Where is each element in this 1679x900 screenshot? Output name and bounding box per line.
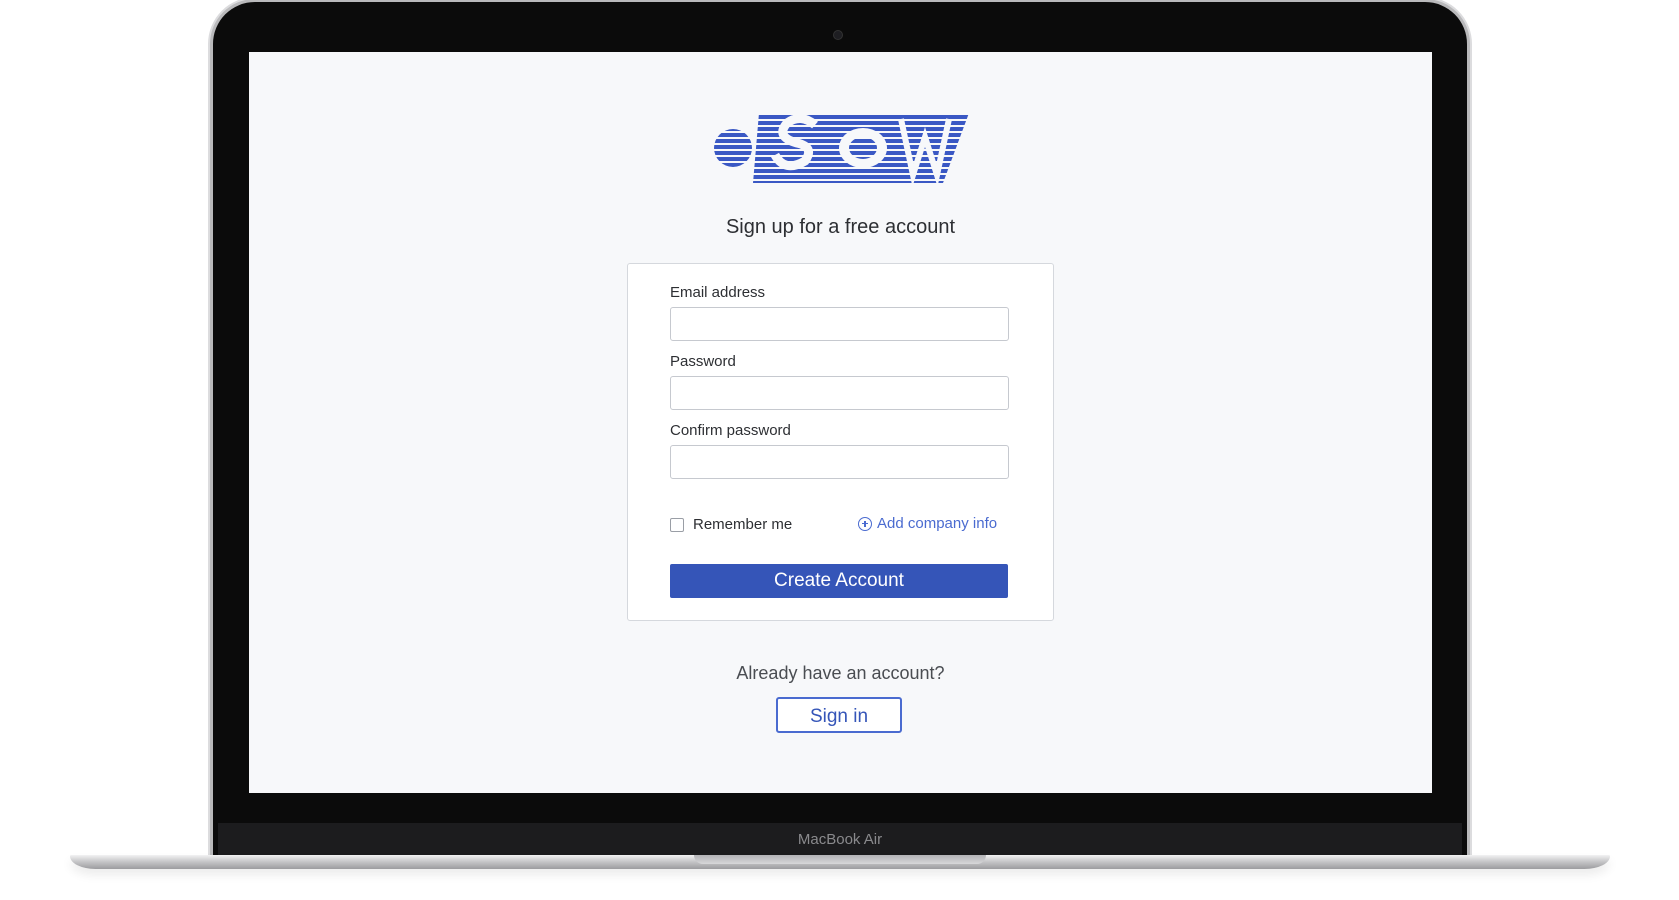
plus-circle-icon [858, 516, 872, 531]
laptop-base [70, 855, 1610, 869]
confirm-password-label: Confirm password [670, 422, 791, 439]
already-have-account-text: Already have an account? [736, 663, 945, 683]
signup-form: Email address Password Confirm password … [627, 263, 1054, 621]
add-company-info-label: Add company info [877, 515, 998, 532]
laptop-mockup: Sign up for a free account Email address… [0, 0, 1679, 900]
password-label: Password [670, 353, 736, 370]
remember-me: Remember me [670, 516, 792, 533]
email-field[interactable] [670, 307, 1009, 341]
password-field[interactable] [670, 376, 1009, 410]
device-label: MacBook Air [797, 831, 883, 848]
create-account-button[interactable]: Create Account [670, 564, 1008, 598]
remember-me-label: Remember me [693, 516, 793, 533]
sign-in-button[interactable]: Sign in [776, 697, 902, 733]
osdw-logo [713, 109, 969, 187]
email-label: Email address [670, 284, 766, 301]
remember-me-checkbox[interactable] [670, 517, 684, 532]
add-company-info-link[interactable]: Add company info [858, 515, 997, 532]
page-title: Sign up for a free account [725, 216, 956, 238]
camera-icon [833, 30, 843, 40]
laptop-base-notch [694, 855, 986, 864]
laptop-chin: MacBook Air [218, 823, 1462, 859]
laptop-screen: Sign up for a free account Email address… [249, 52, 1432, 793]
confirm-password-field[interactable] [670, 445, 1009, 479]
